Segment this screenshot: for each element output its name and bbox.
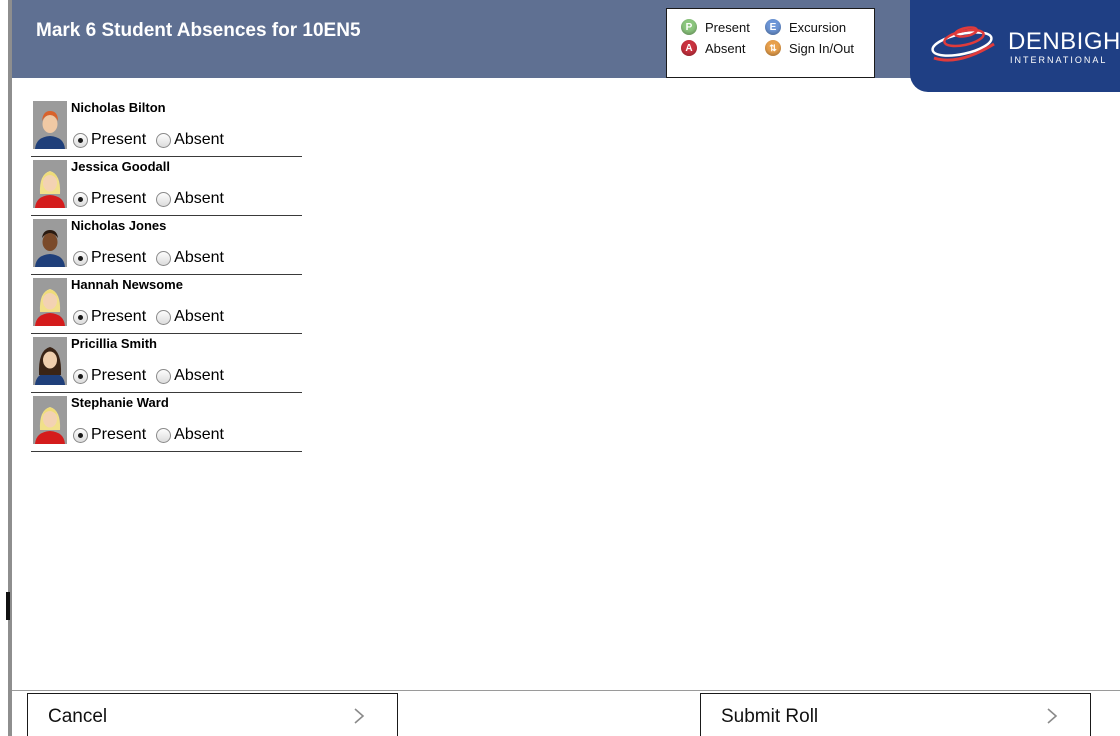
absent-radio-label[interactable]: Absent [174, 367, 224, 385]
avatar [33, 337, 67, 385]
attendance-options: Present Absent [73, 426, 224, 444]
avatar [33, 219, 67, 267]
attendance-options: Present Absent [73, 367, 224, 385]
attendance-options: Present Absent [73, 131, 224, 149]
chevron-right-icon [354, 708, 365, 724]
present-radio[interactable] [73, 191, 88, 207]
present-radio[interactable] [73, 250, 88, 266]
absent-radio-label[interactable]: Absent [174, 308, 224, 326]
absent-radio[interactable] [156, 368, 172, 384]
present-radio-label[interactable]: Present [91, 308, 146, 326]
cancel-button[interactable]: Cancel [27, 693, 398, 736]
present-radio-label[interactable]: Present [91, 249, 146, 267]
present-radio-label[interactable]: Present [91, 131, 146, 149]
present-radio[interactable] [73, 368, 88, 384]
excursion-icon: E [765, 19, 781, 35]
present-radio[interactable] [73, 427, 88, 443]
logo-name: DENBIGH [1008, 28, 1120, 55]
student-name: Nicholas Bilton [71, 100, 166, 115]
absent-radio[interactable] [156, 309, 172, 325]
absent-radio-label[interactable]: Absent [174, 131, 224, 149]
student-avatar-icon [33, 160, 67, 208]
student-list: Nicholas Bilton Present Absent Jessica G… [31, 98, 302, 452]
student-avatar-icon [33, 278, 67, 326]
student-row: Jessica Goodall Present Absent [31, 157, 302, 216]
sign-in-out-icon: ⇅ [765, 40, 781, 56]
attendance-options: Present Absent [73, 190, 224, 208]
student-name: Nicholas Jones [71, 218, 167, 233]
absent-radio[interactable] [156, 191, 172, 207]
status-legend: P Present E Excursion A Absent ⇅ Sign In… [666, 8, 875, 78]
legend-absent: A Absent [681, 40, 745, 56]
footer-divider [12, 690, 1120, 691]
student-name: Hannah Newsome [71, 277, 183, 292]
logo-subtitle: INTERNATIONAL [1010, 55, 1108, 65]
present-radio-label[interactable]: Present [91, 190, 146, 208]
absent-icon: A [681, 40, 697, 56]
student-name: Pricillia Smith [71, 336, 157, 351]
student-row: Pricillia Smith Present Absent [31, 334, 302, 393]
present-radio-label[interactable]: Present [91, 426, 146, 444]
avatar [33, 160, 67, 208]
legend-present: P Present [681, 19, 750, 35]
absent-radio[interactable] [156, 250, 172, 266]
student-avatar-icon [33, 337, 67, 385]
student-row: Stephanie Ward Present Absent [31, 393, 302, 452]
chevron-right-icon [1047, 708, 1058, 724]
window-edge-marker [6, 592, 10, 620]
present-radio[interactable] [73, 132, 88, 148]
submit-roll-button[interactable]: Submit Roll [700, 693, 1091, 736]
denbigh-swirl-icon [931, 26, 995, 62]
present-icon: P [681, 19, 697, 35]
present-radio-label[interactable]: Present [91, 367, 146, 385]
absent-radio[interactable] [156, 427, 172, 443]
legend-excursion: E Excursion [765, 19, 846, 35]
legend-sign-label: Sign In/Out [789, 40, 855, 56]
absent-radio-label[interactable]: Absent [174, 426, 224, 444]
cancel-button-label: Cancel [48, 706, 108, 727]
window-edge [8, 0, 12, 736]
student-avatar-icon [33, 396, 67, 444]
student-row: Nicholas Jones Present Absent [31, 216, 302, 275]
legend-excursion-label: Excursion [789, 19, 847, 35]
legend-absent-label: Absent [705, 40, 746, 56]
absent-radio-label[interactable]: Absent [174, 249, 224, 267]
student-name: Jessica Goodall [71, 159, 170, 174]
student-avatar-icon [33, 219, 67, 267]
student-row: Nicholas Bilton Present Absent [31, 98, 302, 157]
submit-roll-button-label: Submit Roll [721, 706, 819, 727]
absent-radio-label[interactable]: Absent [174, 190, 224, 208]
legend-present-label: Present [705, 19, 750, 35]
student-name: Stephanie Ward [71, 395, 169, 410]
page-title: Mark 6 Student Absences for 10EN5 [36, 20, 361, 41]
attendance-options: Present Absent [73, 308, 224, 326]
legend-sign: ⇅ Sign In/Out [765, 40, 854, 56]
avatar [33, 101, 67, 149]
student-row: Hannah Newsome Present Absent [31, 275, 302, 334]
attendance-options: Present Absent [73, 249, 224, 267]
present-radio[interactable] [73, 309, 88, 325]
avatar [33, 278, 67, 326]
absent-radio[interactable] [156, 132, 172, 148]
student-avatar-icon [33, 101, 67, 149]
denbigh-logo: DENBIGH INTERNATIONAL [910, 0, 1120, 92]
avatar [33, 396, 67, 444]
